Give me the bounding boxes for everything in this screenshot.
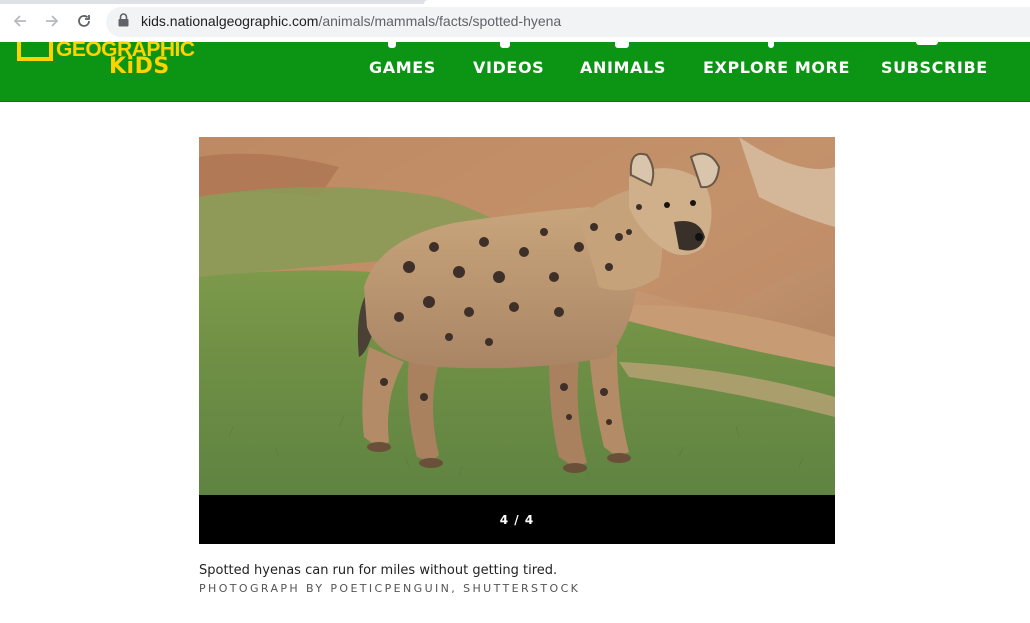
photo-caption: Spotted hyenas can run for miles without… (199, 563, 558, 578)
gallery-counter-bar: 4 / 4 (199, 495, 835, 544)
active-tab[interactable] (424, 0, 1030, 4)
nav-videos[interactable]: VIDEOS (473, 58, 544, 77)
tab-strip (0, 0, 1030, 4)
reload-icon[interactable] (73, 10, 95, 32)
url-host: kids.nationalgeographic.com (141, 13, 319, 29)
url-text[interactable]: kids.nationalgeographic.com/animals/mamm… (141, 13, 561, 29)
lock-icon[interactable] (118, 13, 129, 32)
hyena-photo[interactable] (199, 137, 835, 495)
site-header: GEOGRAPHIC KiDS GAMES VIDEOS ANIMALS EXP… (0, 38, 1030, 102)
nat-geo-border-icon[interactable] (17, 42, 53, 61)
games-icon (388, 42, 396, 48)
back-arrow-icon[interactable] (9, 10, 31, 32)
logo-kids[interactable]: KiDS (109, 54, 170, 79)
nav-subscribe[interactable]: SUBSCRIBE (881, 58, 988, 77)
subscribe-icon (916, 42, 938, 45)
videos-icon (500, 42, 510, 48)
gallery-counter: 4 / 4 (499, 512, 535, 527)
animals-icon (615, 42, 629, 48)
nav-games[interactable]: GAMES (369, 58, 436, 77)
nav-explore-more[interactable]: EXPLORE MORE (703, 58, 850, 77)
browser-toolbar: kids.nationalgeographic.com/animals/mamm… (0, 0, 1030, 43)
url-path: /animals/mammals/facts/spotted-hyena (318, 13, 562, 29)
forward-arrow-icon[interactable] (41, 10, 63, 32)
explore-more-icon (768, 42, 774, 48)
nav-animals[interactable]: ANIMALS (580, 58, 666, 77)
photo-credit: PHOTOGRAPH BY POETICPENGUIN, SHUTTERSTOC… (199, 582, 581, 595)
